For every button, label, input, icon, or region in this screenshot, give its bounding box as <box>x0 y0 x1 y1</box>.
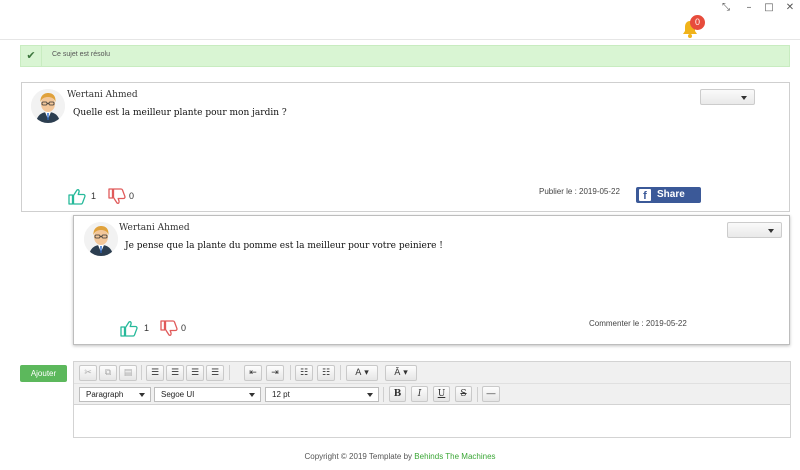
align-center-icon[interactable]: ☰ <box>166 365 184 381</box>
comment-dislike-count: 0 <box>181 323 187 333</box>
user-avatar-icon <box>31 89 65 123</box>
resolved-alert: ✔ Ce sujet est résolu <box>20 45 790 67</box>
post-content: Quelle est la meilleur plante pour mon j… <box>73 108 287 118</box>
paste-icon[interactable]: ▤ <box>119 365 137 381</box>
underline-button[interactable]: U <box>433 386 450 402</box>
post-date: Publier le : 2019-05-22 <box>539 187 620 196</box>
avatar <box>31 89 65 123</box>
cut-icon[interactable]: ✂ <box>79 365 97 381</box>
align-justify-icon[interactable]: ☰ <box>206 365 224 381</box>
avatar <box>84 222 118 256</box>
bullet-list-icon[interactable]: ☷ <box>295 365 313 381</box>
copy-icon[interactable]: ⧉ <box>99 365 117 381</box>
font-family-select[interactable]: Segoe UI <box>154 387 261 402</box>
comment-author: Wertani Ahmed <box>119 223 190 233</box>
check-icon: ✔ <box>21 46 42 66</box>
align-right-icon[interactable]: ☰ <box>186 365 204 381</box>
editor-text-area[interactable] <box>74 405 790 437</box>
thumbs-up-icon[interactable] <box>120 320 138 337</box>
minimize-button[interactable]: – <box>741 2 757 14</box>
editor-toolbar-row1: ✂ ⧉ ▤ ☰ ☰ ☰ ☰ ⇤ ⇥ ☷ ☷ A ▾ Ā ▾ <box>74 362 790 384</box>
outdent-icon[interactable]: ⇤ <box>244 365 262 381</box>
font-color-icon[interactable]: A ▾ <box>346 365 378 381</box>
align-left-icon[interactable]: ☰ <box>146 365 164 381</box>
comment-date: Commenter le : 2019-05-22 <box>589 319 687 328</box>
post-card: Wertani Ahmed Quelle est la meilleur pla… <box>21 82 790 212</box>
thumbs-up-icon[interactable] <box>68 188 86 205</box>
horizontal-rule-icon[interactable]: ― <box>482 386 500 402</box>
font-size-select[interactable]: 12 pt <box>265 387 379 402</box>
maximize-button[interactable]: □ <box>761 2 777 14</box>
post-like-count: 1 <box>91 191 97 201</box>
strikethrough-button[interactable]: S <box>455 386 472 402</box>
italic-button[interactable]: I <box>411 386 428 402</box>
editor-toolbar-row2: Paragraph Segoe UI 12 pt B I U S ― <box>74 384 790 405</box>
user-avatar-icon <box>84 222 118 256</box>
comment-content: Je pense que la plante du pomme est la m… <box>125 241 443 251</box>
comment-like-count: 1 <box>144 323 150 333</box>
post-actions-dropdown[interactable] <box>700 89 755 105</box>
highlight-icon[interactable]: Ā ▾ <box>385 365 417 381</box>
footer-text: Copyright © 2019 Template by <box>304 452 413 461</box>
footer: Copyright © 2019 Template by Behinds The… <box>0 452 800 461</box>
restore-icon[interactable]: ⤡ <box>718 2 734 14</box>
notification-badge: 0 <box>690 15 705 30</box>
thumbs-down-icon[interactable] <box>160 320 178 337</box>
alert-text: Ce sujet est résolu <box>52 51 110 58</box>
comment-actions-dropdown[interactable] <box>727 222 782 238</box>
window-titlebar: ⤡ – □ ✕ 0 <box>0 0 800 40</box>
comment-editor: ✂ ⧉ ▤ ☰ ☰ ☰ ☰ ⇤ ⇥ ☷ ☷ A ▾ Ā ▾ Paragraph … <box>73 361 791 438</box>
facebook-icon: f <box>639 189 651 201</box>
numbered-list-icon[interactable]: ☷ <box>317 365 335 381</box>
close-button[interactable]: ✕ <box>782 2 798 14</box>
footer-brand-link[interactable]: Behinds The Machines <box>414 452 495 461</box>
post-dislike-count: 0 <box>129 191 135 201</box>
indent-icon[interactable]: ⇥ <box>266 365 284 381</box>
facebook-share-button[interactable]: f Share <box>636 187 701 203</box>
add-comment-button[interactable]: Ajouter <box>20 365 67 382</box>
thumbs-down-icon[interactable] <box>108 188 126 205</box>
post-author: Wertani Ahmed <box>67 90 138 100</box>
comment-card: Wertani Ahmed Je pense que la plante du … <box>73 215 790 345</box>
block-format-select[interactable]: Paragraph <box>79 387 151 402</box>
bold-button[interactable]: B <box>389 386 406 402</box>
